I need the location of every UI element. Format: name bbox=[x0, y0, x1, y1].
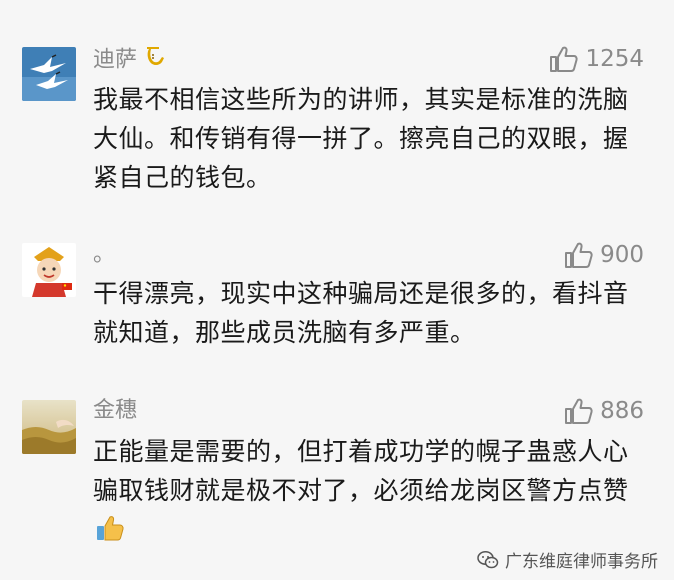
avatar[interactable] bbox=[22, 47, 76, 101]
username[interactable]: 。 bbox=[93, 240, 115, 270]
avatar[interactable] bbox=[22, 243, 76, 297]
like-count: 1254 bbox=[585, 46, 644, 72]
thumbs-up-icon bbox=[565, 398, 593, 424]
username-text: 。 bbox=[93, 242, 116, 267]
wechat-icon bbox=[477, 550, 499, 568]
like-count: 900 bbox=[600, 242, 644, 268]
like-button[interactable]: 1254 bbox=[549, 44, 644, 74]
comment-text: 正能量是需要的，但打着成功学的幌子蛊惑人心骗取钱财就是极不对了，必须给龙岗区警方… bbox=[93, 432, 648, 553]
watermark-text: 广东维庭律师事务所 bbox=[505, 552, 658, 572]
crane-avatar-icon bbox=[22, 47, 76, 101]
thumbs-up-icon bbox=[565, 242, 593, 268]
like-button[interactable]: 886 bbox=[564, 396, 644, 426]
username-text: 迪萨 bbox=[93, 47, 138, 73]
comment-text-content: 正能量是需要的，但打着成功学的幌子蛊惑人心骗取钱财就是极不对了，必须给龙岗区警方… bbox=[93, 437, 629, 505]
watermark: 广东维庭律师事务所 bbox=[477, 547, 658, 572]
like-button[interactable]: 900 bbox=[564, 240, 644, 270]
comment-text: 我最不相信这些所为的讲师，其实是标准的洗脑大仙。和传销有得一拼了。擦亮自己的双眼… bbox=[93, 85, 629, 192]
saxophone-icon bbox=[141, 44, 167, 77]
avatar[interactable] bbox=[22, 400, 76, 454]
cartoon-monk-avatar-icon bbox=[22, 243, 76, 297]
comment-text: 干得漂亮，现实中这种骗局还是很多的，看抖音就知道，那些成员洗脑有多严重。 bbox=[93, 279, 629, 347]
username[interactable]: 金穗 bbox=[93, 396, 137, 426]
thumbs-up-emoji-icon bbox=[95, 514, 125, 553]
username[interactable]: 迪萨 bbox=[93, 44, 167, 77]
thumbs-up-icon bbox=[550, 46, 579, 72]
like-count: 886 bbox=[600, 398, 644, 424]
username-text: 金穗 bbox=[93, 398, 138, 423]
wheat-field-avatar-icon bbox=[22, 400, 76, 454]
